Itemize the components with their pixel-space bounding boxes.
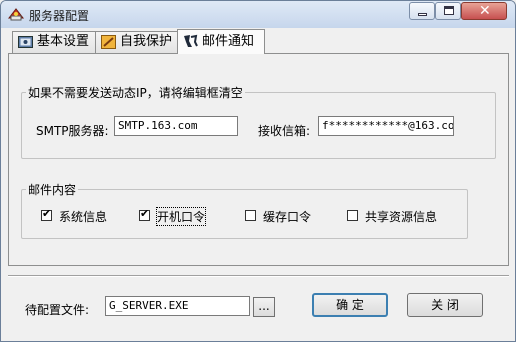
config-file-label: 待配置文件: — [25, 303, 90, 317]
tab-self-protection[interactable]: 自我保护 — [95, 31, 179, 53]
shared-resources-checkbox[interactable] — [347, 210, 358, 221]
mail-settings-group: 如果不需要发送动态IP，请将编辑框清空 SMTP服务器: SMTP.163.co… — [21, 84, 496, 159]
smtp-server-input[interactable]: SMTP.163.com — [114, 116, 238, 136]
system-info-label: 系统信息 — [59, 210, 108, 224]
mail-notification-panel: 如果不需要发送动态IP，请将编辑框清空 SMTP服务器: SMTP.163.co… — [8, 53, 509, 266]
cached-password-checkbox[interactable] — [245, 210, 256, 221]
maximize-icon — [444, 6, 454, 15]
title-bar[interactable]: 服务器配置 ✕ — [1, 1, 515, 28]
checkmark-icon: ✔ — [140, 207, 150, 220]
system-info-checkbox[interactable]: ✔ — [41, 207, 52, 221]
mail-content-group-title: 邮件内容 — [26, 181, 79, 198]
tab-label: 邮件通知 — [202, 34, 255, 49]
cached-password-label: 缓存口令 — [263, 210, 312, 224]
recipient-label: 接收信箱: — [258, 124, 311, 138]
close-window-button[interactable]: ✕ — [461, 2, 507, 20]
footer-divider — [8, 275, 509, 277]
tab-mail-notification[interactable]: 邮件通知 — [177, 29, 265, 54]
boot-password-checkbox[interactable]: ✔ — [139, 207, 150, 221]
config-file-input[interactable]: G_SERVER.EXE — [105, 296, 250, 316]
server-config-window: 服务器配置 ✕ 基本设置 自我保护 邮件通知 如果不需要发送动态IP，请将编辑框… — [0, 0, 516, 342]
mail-settings-group-title: 如果不需要发送动态IP，请将编辑框清空 — [26, 84, 245, 101]
minimize-button[interactable] — [409, 2, 435, 20]
tab-label: 基本设置 — [37, 34, 90, 49]
app-icon — [7, 8, 25, 21]
tab-label: 自我保护 — [120, 34, 173, 49]
smtp-label: SMTP服务器: — [36, 124, 109, 138]
shared-resources-label: 共享资源信息 — [365, 210, 438, 224]
boot-password-label: 开机口令 — [155, 207, 207, 226]
tab-basic-settings[interactable]: 基本设置 — [12, 31, 96, 53]
close-icon: ✕ — [479, 3, 491, 19]
browse-button[interactable]: ... — [253, 297, 275, 317]
minimize-icon — [418, 13, 427, 16]
mail-content-group: 邮件内容 ✔ 系统信息 ✔ 开机口令 缓存口令 共享资源信息 — [21, 181, 468, 239]
window-title: 服务器配置 — [29, 9, 90, 23]
mail-icon — [184, 34, 198, 47]
ok-button[interactable]: 确 定 — [312, 293, 388, 317]
close-button[interactable]: 关 闭 — [407, 293, 483, 317]
settings-icon — [18, 36, 33, 48]
shield-icon — [101, 35, 116, 49]
recipient-email-input[interactable]: f************@163.com — [318, 116, 454, 136]
maximize-button[interactable] — [435, 2, 461, 20]
checkmark-icon: ✔ — [42, 207, 52, 220]
